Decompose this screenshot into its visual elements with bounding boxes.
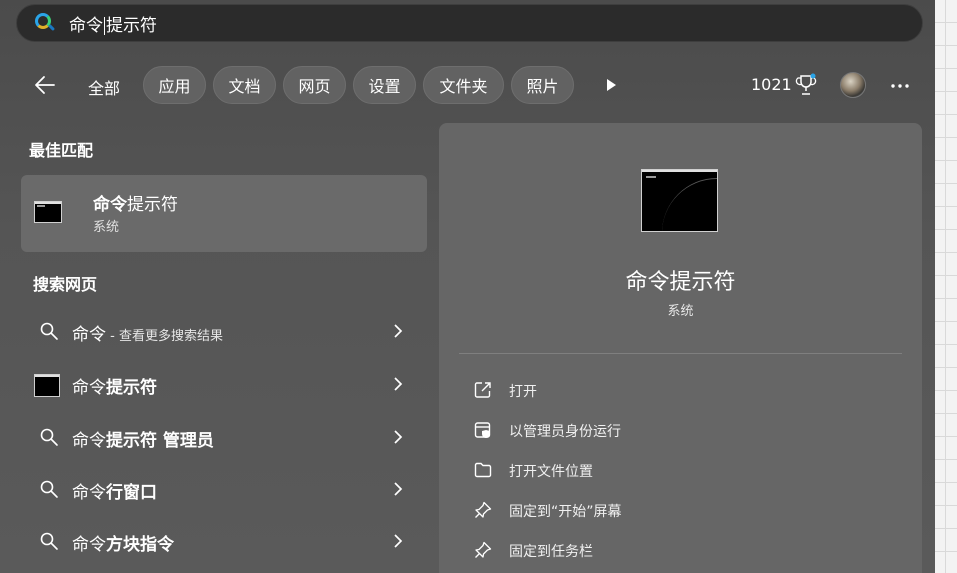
action-open-file-location[interactable]: 打开文件位置 — [471, 456, 891, 484]
best-match-heading: 最佳匹配 — [29, 141, 94, 160]
chip-folders[interactable]: 文件夹 — [423, 66, 504, 104]
trophy-icon[interactable] — [795, 73, 817, 97]
best-match-result[interactable]: 命令提示符 系统 — [21, 175, 427, 252]
search-icon — [40, 480, 58, 498]
chip-web[interactable]: 网页 — [283, 66, 346, 104]
background-window-strip — [935, 0, 957, 573]
filter-bar: 全部 应用 文档 网页 设置 文件夹 照片 1021 — [0, 64, 935, 106]
pin-icon — [475, 541, 492, 558]
action-label: 打开 — [509, 384, 537, 400]
play-icon[interactable] — [603, 77, 619, 93]
more-options-icon[interactable] — [890, 76, 910, 96]
command-prompt-icon — [34, 374, 60, 397]
action-label: 打开文件位置 — [509, 464, 593, 480]
action-label: 以管理员身份运行 — [509, 424, 621, 440]
action-run-as-admin[interactable]: 以管理员身份运行 — [471, 416, 891, 444]
chevron-right-icon — [394, 534, 403, 548]
back-arrow-icon[interactable] — [34, 74, 56, 96]
search-icon — [40, 428, 58, 446]
chip-photos[interactable]: 照片 — [511, 66, 574, 104]
search-query[interactable]: 命令 提示符 — [69, 11, 157, 36]
action-pin-to-taskbar[interactable]: 固定到任务栏 — [471, 536, 891, 564]
action-open[interactable]: 打开 — [471, 376, 891, 404]
chevron-right-icon — [394, 482, 403, 496]
web-result-item[interactable]: 命令 - 查看更多搜索结果 — [21, 307, 427, 355]
best-match-subtitle: 系统 — [93, 220, 120, 235]
command-prompt-large-icon — [641, 169, 718, 232]
web-result-item[interactable]: 命令方块指令 — [21, 517, 427, 565]
web-result-label: 命令 - 查看更多搜索结果 — [72, 325, 223, 345]
chip-apps[interactable]: 应用 — [143, 66, 206, 104]
action-label: 固定到“开始”屏幕 — [509, 504, 622, 520]
web-result-label: 命令行窗口 — [72, 483, 157, 503]
detail-app-subtitle: 系统 — [667, 304, 694, 319]
web-result-item[interactable]: 命令行窗口 — [21, 465, 427, 513]
rewards-points[interactable]: 1021 — [751, 75, 792, 94]
web-result-item[interactable]: 命令提示符 管理员 — [21, 413, 427, 461]
avatar[interactable] — [840, 72, 866, 98]
detail-pane: 命令提示符 系统 打开 以管理员身份运行 打开文件位置 固定到“开始”屏幕 固定… — [439, 123, 922, 573]
divider — [459, 353, 902, 354]
command-prompt-icon — [34, 201, 62, 223]
chevron-right-icon — [394, 430, 403, 444]
web-search-heading: 搜索网页 — [33, 275, 98, 294]
detail-app-name: 命令提示符 — [625, 270, 736, 295]
web-result-label: 命令方块指令 — [72, 535, 174, 555]
folder-icon — [474, 462, 492, 478]
chevron-right-icon — [394, 377, 403, 391]
chevron-right-icon — [394, 324, 403, 338]
shield-admin-icon — [474, 422, 491, 438]
search-input[interactable]: 命令 提示符 — [16, 4, 923, 42]
search-icon — [40, 532, 58, 550]
web-result-label: 命令提示符 — [72, 378, 157, 398]
search-icon — [35, 13, 56, 33]
chip-documents[interactable]: 文档 — [213, 66, 276, 104]
tab-all[interactable]: 全部 — [88, 75, 120, 99]
open-external-icon — [474, 382, 491, 398]
search-panel: 命令 提示符 全部 应用 文档 网页 设置 文件夹 照片 1021 最佳匹配 命… — [0, 0, 935, 573]
web-result-label: 命令提示符 管理员 — [72, 431, 214, 451]
best-match-title: 命令提示符 — [93, 195, 178, 215]
action-label: 固定到任务栏 — [509, 544, 593, 560]
chip-settings[interactable]: 设置 — [353, 66, 416, 104]
search-icon — [40, 322, 58, 340]
web-result-item[interactable]: 命令提示符 — [21, 360, 427, 408]
action-pin-to-start[interactable]: 固定到“开始”屏幕 — [471, 496, 891, 524]
pin-icon — [475, 501, 492, 518]
